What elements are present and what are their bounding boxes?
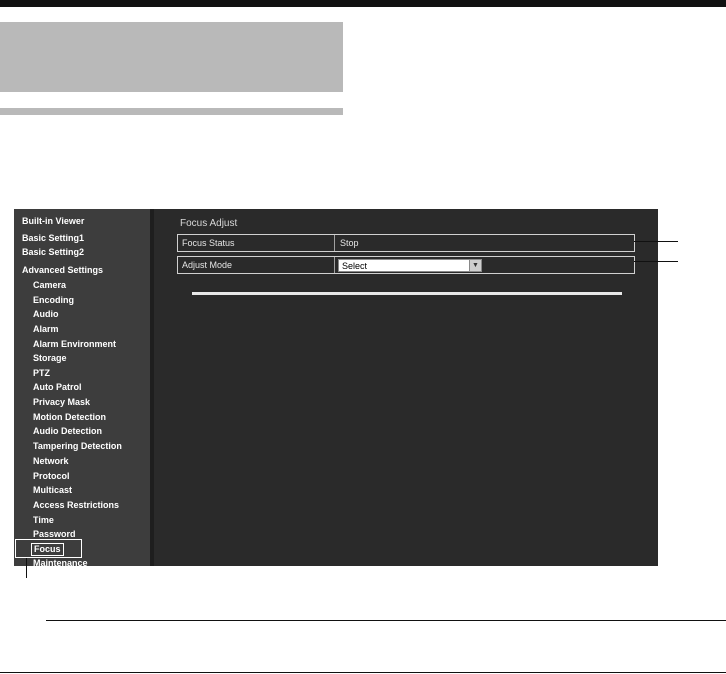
- focus-status-value: Stop: [340, 238, 359, 248]
- sidebar-item-protocol[interactable]: Protocol: [33, 471, 70, 482]
- adjust-mode-select[interactable]: Select ▼: [338, 259, 482, 272]
- sidebar-item-auto-patrol[interactable]: Auto Patrol: [33, 382, 82, 393]
- sidebar-item-advanced-settings[interactable]: Advanced Settings: [22, 265, 103, 276]
- sidebar-item-alarm[interactable]: Alarm: [33, 324, 59, 335]
- sidebar-item-time[interactable]: Time: [33, 515, 54, 526]
- callout-line-adjust-mode: [634, 261, 678, 262]
- sidebar-item-privacy-mask[interactable]: Privacy Mask: [33, 397, 90, 408]
- row-separator: [334, 235, 335, 251]
- sidebar-item-encoding[interactable]: Encoding: [33, 295, 74, 306]
- sidebar-item-storage[interactable]: Storage: [33, 353, 67, 364]
- sidebar-item-basic-setting2[interactable]: Basic Setting2: [22, 247, 84, 258]
- header-block: [0, 22, 343, 92]
- focus-status-row: Focus Status Stop: [177, 234, 635, 252]
- bottom-rule-lower: [0, 672, 726, 673]
- adjust-mode-row: Adjust Mode Select ▼: [177, 256, 635, 274]
- sidebar-item-motion-detection[interactable]: Motion Detection: [33, 412, 106, 423]
- adjust-mode-selected-value: Select: [342, 261, 368, 271]
- sidebar-item-tampering-detection[interactable]: Tampering Detection: [33, 441, 122, 452]
- sidebar-item-ptz[interactable]: PTZ: [33, 368, 50, 379]
- sidebar-item-audio[interactable]: Audio: [33, 309, 59, 320]
- sidebar-divider: [150, 209, 154, 566]
- panel-title: Focus Adjust: [180, 218, 238, 229]
- bottom-rule-upper: [46, 620, 726, 621]
- sidebar-item-audio-detection[interactable]: Audio Detection: [33, 426, 102, 437]
- sidebar-item-maintenance[interactable]: Maintenance: [33, 558, 88, 566]
- callout-line-focus-status: [634, 241, 678, 242]
- row-separator: [334, 257, 335, 273]
- sidebar-item-focus[interactable]: Focus: [31, 543, 64, 556]
- sidebar-item-alarm-environment[interactable]: Alarm Environment: [33, 339, 116, 350]
- callout-line-focus-item: [26, 558, 27, 578]
- adjust-mode-label: Adjust Mode: [182, 260, 233, 270]
- sidebar-item-built-in-viewer[interactable]: Built-in Viewer: [22, 216, 84, 227]
- sidebar: Built-in Viewer Basic Setting1 Basic Set…: [14, 209, 150, 566]
- focus-status-label: Focus Status: [182, 238, 235, 248]
- sidebar-item-multicast[interactable]: Multicast: [33, 485, 72, 496]
- sidebar-item-camera[interactable]: Camera: [33, 280, 66, 291]
- panel-divider: [192, 292, 622, 295]
- sidebar-item-password[interactable]: Password: [33, 529, 76, 540]
- sidebar-item-network[interactable]: Network: [33, 456, 69, 467]
- chevron-down-icon[interactable]: ▼: [469, 260, 481, 271]
- sidebar-item-basic-setting1[interactable]: Basic Setting1: [22, 233, 84, 244]
- settings-screen: Built-in Viewer Basic Setting1 Basic Set…: [14, 209, 658, 566]
- top-rule: [0, 0, 726, 7]
- header-underline: [0, 108, 343, 115]
- sidebar-item-access-restrictions[interactable]: Access Restrictions: [33, 500, 119, 511]
